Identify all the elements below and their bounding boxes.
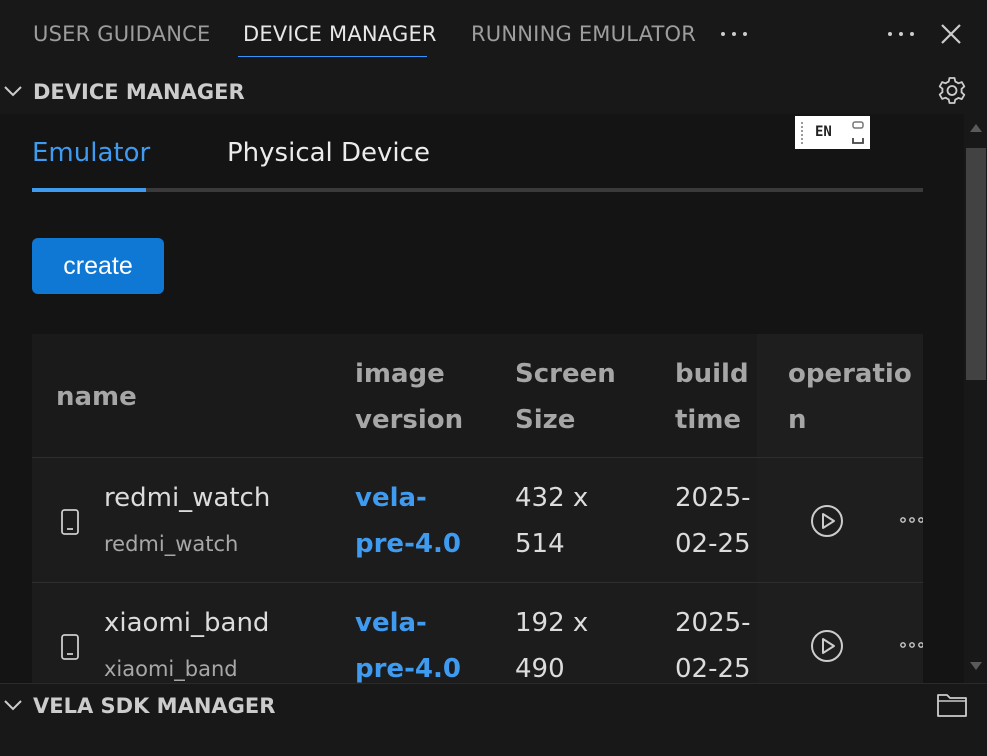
build-time-line2: 02-25 <box>675 529 751 559</box>
header-image-version-line1: image <box>355 359 445 389</box>
device-sub-name: redmi_watch <box>104 532 239 556</box>
build-time-line1: 2025- <box>675 483 751 513</box>
tab-running-emulator[interactable]: RUNNING EMULATOR <box>471 22 696 46</box>
sdk-manager-section-header[interactable]: VELA SDK MANAGER <box>0 683 987 728</box>
table-row: xiaomi_band xiaomi_band vela- pre-4.0 19… <box>32 583 923 683</box>
device-name: xiaomi_band <box>104 608 270 638</box>
header-screen-size: Screen Size <box>515 351 616 443</box>
table-header: name image version Screen Size build tim… <box>32 334 923 458</box>
table-row: redmi_watch redmi_watch vela- pre-4.0 43… <box>32 458 923 583</box>
tab-user-guidance[interactable]: USER GUIDANCE <box>33 22 210 46</box>
screen-size: 192 x 490 <box>515 600 588 683</box>
panel-footer <box>0 727 987 756</box>
header-image-version-line2: version <box>355 405 464 435</box>
header-operation-line2: n <box>788 405 807 435</box>
create-button[interactable]: create <box>32 238 164 294</box>
image-version-link[interactable]: vela- pre-4.0 <box>355 475 461 567</box>
ellipsis-icon[interactable] <box>900 514 923 526</box>
header-operation-line1: operatio <box>788 359 912 389</box>
chevron-down-icon <box>4 700 22 711</box>
more-tabs-button[interactable] <box>720 24 748 48</box>
phone-icon <box>61 634 79 660</box>
header-operation: operatio n <box>788 351 912 443</box>
header-build-time-line1: build <box>675 359 749 389</box>
emulator-table: name image version Screen Size build tim… <box>32 334 923 683</box>
screen-size-line1: 192 x <box>515 608 589 638</box>
header-screen-size-line1: Screen <box>515 359 616 389</box>
build-time-line1: 2025- <box>675 608 751 638</box>
ellipsis-icon <box>721 32 747 36</box>
tab-emulator[interactable]: Emulator <box>32 138 150 168</box>
panel-more-actions-button[interactable] <box>887 24 915 48</box>
close-panel-button[interactable] <box>940 23 962 49</box>
close-icon <box>941 24 961 44</box>
section-title: VELA SDK MANAGER <box>33 694 276 718</box>
build-time: 2025- 02-25 <box>675 600 751 683</box>
screen-size-line2: 490 <box>515 654 565 683</box>
device-name: redmi_watch <box>104 483 271 513</box>
device-manager-section-header[interactable]: DEVICE MANAGER <box>0 70 987 114</box>
header-build-time-line2: time <box>675 405 742 435</box>
gear-icon[interactable] <box>935 75 969 109</box>
active-tab-ink <box>32 188 146 192</box>
image-version-line2: pre-4.0 <box>355 529 461 559</box>
screen-size-line1: 432 x <box>515 483 589 513</box>
header-build-time: build time <box>675 351 749 443</box>
play-icon[interactable] <box>810 629 844 663</box>
header-name: name <box>56 382 137 412</box>
build-time-line2: 02-25 <box>675 654 751 683</box>
ime-mode-icon <box>852 121 864 144</box>
device-sub-name: xiaomi_band <box>104 657 238 681</box>
active-tab-indicator <box>238 56 427 57</box>
chevron-down-icon <box>4 86 22 97</box>
ellipsis-icon <box>888 32 914 36</box>
scroll-down-arrow[interactable] <box>970 662 982 670</box>
panel-tab-bar: USER GUIDANCE DEVICE MANAGER RUNNING EMU… <box>0 0 987 70</box>
play-icon[interactable] <box>810 504 844 538</box>
image-version-line2: pre-4.0 <box>355 654 461 683</box>
phone-icon <box>61 509 79 535</box>
header-screen-size-line2: Size <box>515 405 576 435</box>
operation-cell <box>757 583 923 683</box>
scrollbar-thumb[interactable] <box>966 148 986 380</box>
header-image-version: image version <box>355 351 463 443</box>
operation-cell <box>757 458 923 582</box>
image-version-line1: vela- <box>355 483 427 513</box>
tab-physical-device[interactable]: Physical Device <box>227 138 430 168</box>
image-version-line1: vela- <box>355 608 427 638</box>
section-title: DEVICE MANAGER <box>33 80 245 104</box>
ime-label: EN <box>815 124 832 140</box>
folder-icon[interactable] <box>936 692 968 718</box>
tab-device-manager[interactable]: DEVICE MANAGER <box>243 22 437 46</box>
ellipsis-icon[interactable] <box>900 639 923 651</box>
ime-grip <box>801 122 803 144</box>
tab-track <box>32 188 923 192</box>
scroll-up-arrow[interactable] <box>970 124 982 132</box>
ime-indicator: EN <box>795 116 870 149</box>
screen-size: 432 x 514 <box>515 475 588 567</box>
header-operation-cell: operatio n <box>757 334 923 457</box>
build-time: 2025- 02-25 <box>675 475 751 567</box>
image-version-link[interactable]: vela- pre-4.0 <box>355 600 461 683</box>
screen-size-line2: 514 <box>515 529 565 559</box>
